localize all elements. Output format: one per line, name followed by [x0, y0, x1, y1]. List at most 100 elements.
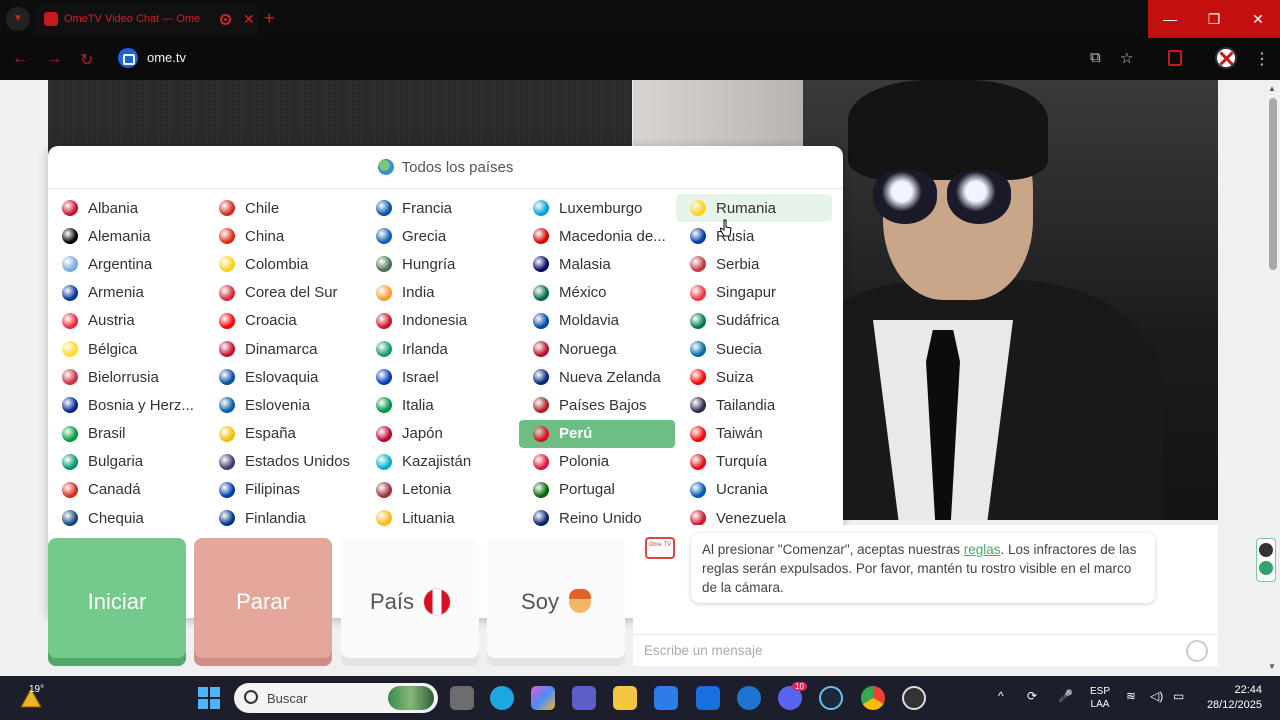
country-option[interactable]: China [205, 222, 361, 250]
microphone-icon[interactable]: 🎤 [1058, 689, 1073, 703]
country-option[interactable]: Albania [48, 194, 204, 222]
file-explorer-icon[interactable] [613, 686, 637, 710]
country-option[interactable]: Portugal [519, 476, 675, 504]
minimize-button[interactable]: — [1148, 0, 1192, 38]
new-tab-button[interactable]: + [264, 8, 275, 28]
steam-icon[interactable] [819, 686, 843, 710]
country-option[interactable]: Armenia [48, 279, 204, 307]
dropbox-icon[interactable] [696, 686, 720, 710]
country-option[interactable]: Grecia [362, 222, 518, 250]
battery-icon[interactable]: ▭ [1173, 689, 1184, 703]
emoji-icon[interactable] [1186, 640, 1208, 662]
country-option[interactable]: Polonia [519, 448, 675, 476]
country-option[interactable]: Hungría [362, 250, 518, 278]
edge-icon[interactable] [490, 686, 514, 710]
scroll-down-icon[interactable]: ▼ [1268, 662, 1276, 671]
all-countries-option[interactable]: Todos los países [48, 146, 843, 188]
tab-search-button[interactable]: ▼ [6, 7, 30, 31]
start-button[interactable]: Iniciar [48, 538, 186, 666]
side-widget[interactable] [1256, 538, 1276, 582]
country-option[interactable]: Noruega [519, 335, 675, 363]
country-option[interactable]: Eslovaquia [205, 363, 361, 391]
country-option[interactable]: India [362, 279, 518, 307]
task-view-icon[interactable] [450, 686, 474, 710]
country-option[interactable]: Suiza [676, 363, 832, 391]
browser-tab[interactable]: OmeTV Video Chat — Ome ✕ [36, 4, 258, 34]
country-option[interactable]: Rumania [676, 194, 832, 223]
hp-icon[interactable] [737, 686, 761, 710]
rules-link[interactable]: reglas [964, 542, 1001, 557]
country-option[interactable]: Canadá [48, 476, 204, 504]
scroll-up-icon[interactable]: ▲ [1268, 84, 1276, 93]
forward-icon[interactable]: → [46, 50, 62, 68]
country-option[interactable]: Austria [48, 307, 204, 335]
country-option[interactable]: Letonia [362, 476, 518, 504]
back-icon[interactable]: ← [12, 50, 28, 68]
bookmark-star-icon[interactable]: ☆ [1120, 49, 1133, 67]
country-option[interactable]: Bosnia y Herz... [48, 391, 204, 419]
country-option[interactable]: Dinamarca [205, 335, 361, 363]
scroll-thumb[interactable] [1269, 98, 1277, 270]
country-option[interactable]: Bulgaria [48, 448, 204, 476]
country-option[interactable]: Finlandia [205, 504, 361, 532]
obs-icon[interactable] [902, 686, 926, 710]
country-option[interactable]: Argentina [48, 250, 204, 278]
country-option[interactable]: Estados Unidos [205, 448, 361, 476]
stop-button[interactable]: Parar [194, 538, 332, 666]
country-option[interactable]: Ucrania [676, 476, 832, 504]
extension-icon[interactable] [1168, 50, 1182, 66]
country-option[interactable]: Corea del Sur [205, 279, 361, 307]
site-info-icon[interactable] [118, 48, 138, 68]
start-menu-icon[interactable] [198, 687, 220, 709]
copilot-icon[interactable] [531, 686, 555, 710]
country-option[interactable]: Alemania [48, 222, 204, 250]
reload-icon[interactable]: ↻ [80, 50, 93, 70]
country-button[interactable]: País [341, 538, 479, 666]
volume-icon[interactable]: ◁) [1150, 689, 1163, 703]
url-field[interactable]: ome.tv [147, 50, 186, 65]
country-option[interactable]: Bélgica [48, 335, 204, 363]
wifi-icon[interactable]: ≋ [1126, 689, 1136, 703]
close-tab-icon[interactable]: ✕ [243, 11, 255, 28]
close-window-button[interactable]: ✕ [1236, 0, 1280, 38]
country-option[interactable]: Macedonia de... [519, 222, 675, 250]
country-option[interactable]: Serbia [676, 250, 832, 278]
country-option[interactable]: México [519, 279, 675, 307]
country-option[interactable]: Suecia [676, 335, 832, 363]
country-option[interactable]: Irlanda [362, 335, 518, 363]
country-option[interactable]: Perú [519, 419, 675, 448]
country-option[interactable]: Eslovenia [205, 391, 361, 419]
country-option[interactable]: Italia [362, 391, 518, 419]
country-option[interactable]: Malasia [519, 250, 675, 278]
country-option[interactable]: Croacia [205, 307, 361, 335]
gender-button[interactable]: Soy [487, 538, 625, 666]
taskbar-clock[interactable]: 22:44 28/12/2025 [1204, 683, 1262, 713]
close-widget-icon[interactable] [1259, 543, 1273, 557]
store-icon[interactable] [654, 686, 678, 710]
cast-icon[interactable]: ⧉ [1090, 49, 1101, 66]
country-option[interactable]: Rusia [676, 222, 832, 250]
country-option[interactable]: España [205, 420, 361, 448]
profile-avatar[interactable] [1215, 47, 1237, 69]
country-option[interactable]: Turquía [676, 448, 832, 476]
page-scrollbar[interactable]: ▲ ▼ [1266, 80, 1280, 676]
tray-chevron-icon[interactable]: ^ [998, 689, 1004, 703]
sync-icon[interactable]: ⟳ [1027, 689, 1037, 703]
country-option[interactable]: Francia [362, 194, 518, 222]
message-input[interactable]: Escribe un mensaje [633, 634, 1218, 666]
taskbar-search[interactable]: Buscar [234, 683, 438, 713]
country-option[interactable]: Tailandia [676, 391, 832, 419]
country-option[interactable]: Singapur [676, 279, 832, 307]
language-indicator[interactable]: ESP LAA [1090, 685, 1110, 711]
country-option[interactable]: Israel [362, 363, 518, 391]
country-option[interactable]: Indonesia [362, 307, 518, 335]
country-option[interactable]: Kazajistán [362, 448, 518, 476]
menu-dots-icon[interactable]: ⋮ [1254, 49, 1270, 69]
country-option[interactable]: Moldavia [519, 307, 675, 335]
country-option[interactable]: Bielorrusia [48, 363, 204, 391]
teams-icon[interactable] [572, 686, 596, 710]
country-option[interactable]: Luxemburgo [519, 194, 675, 222]
country-option[interactable]: Nueva Zelanda [519, 363, 675, 391]
country-option[interactable]: Chile [205, 194, 361, 222]
widget-logo-icon[interactable] [1259, 561, 1273, 575]
